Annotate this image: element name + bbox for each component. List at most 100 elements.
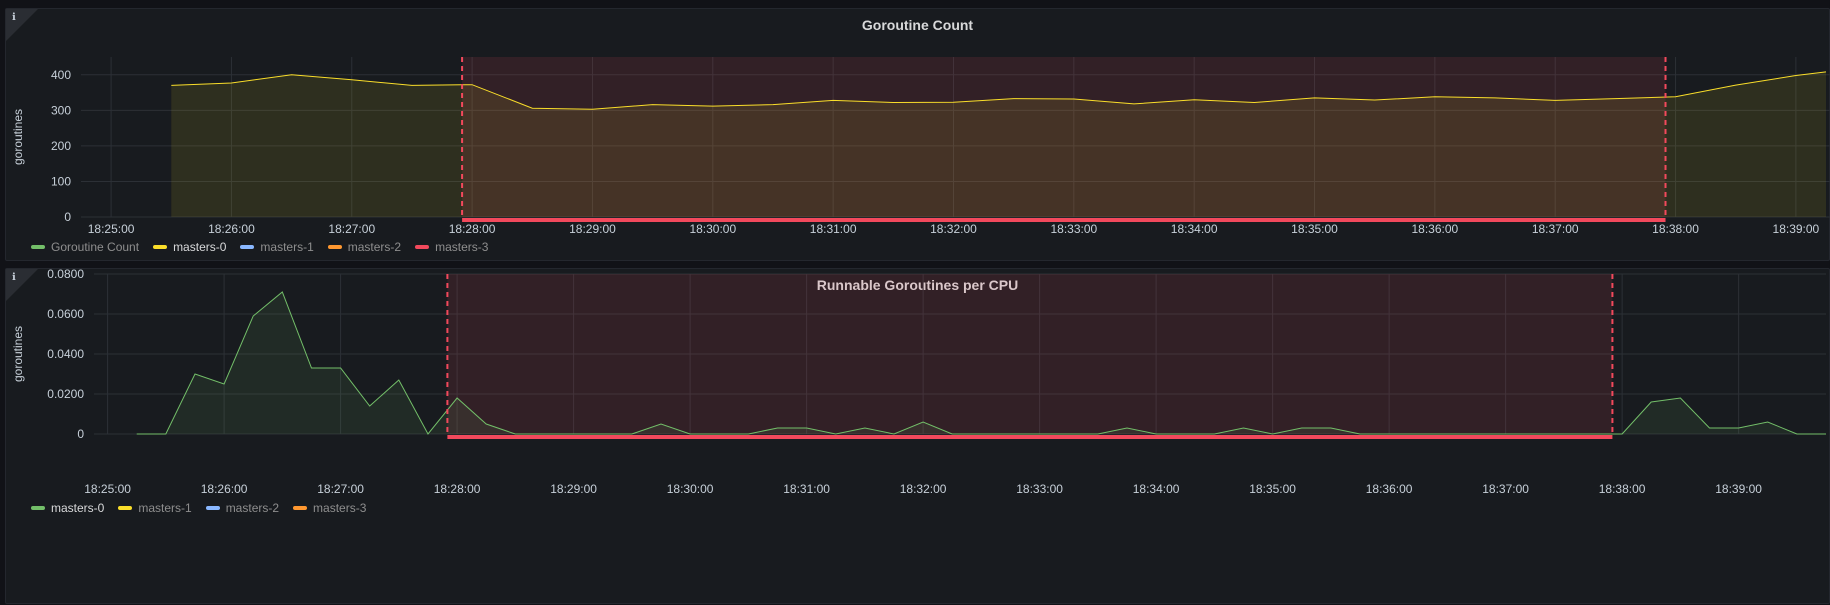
- data-point: [864, 427, 866, 429]
- data-point: [1563, 433, 1565, 435]
- legend-swatch: [293, 506, 308, 510]
- data-point: [1073, 98, 1075, 100]
- goroutine-count-chart[interactable]: 0 100 200 300 400 18:25:00 18:26:00 18:27:00 18:…: [6, 9, 1830, 262]
- x-tick-label: 18:37:00: [1482, 482, 1529, 496]
- x-tick-label: 18:31:00: [810, 222, 857, 236]
- y-tick-label: 0.0200: [47, 387, 84, 401]
- data-point: [1735, 84, 1737, 86]
- data-point: [485, 423, 487, 425]
- x-tick-label: 18:30:00: [689, 222, 736, 236]
- data-point: [1126, 427, 1128, 429]
- data-point: [893, 433, 895, 435]
- legend-item[interactable]: masters-2: [327, 240, 402, 254]
- data-point: [1708, 427, 1710, 429]
- chart-legend: masters-0 masters-1 masters-2 masters-3: [31, 501, 366, 515]
- legend-label: masters-1: [260, 240, 314, 254]
- legend-swatch: [415, 245, 430, 249]
- data-point: [1193, 98, 1195, 100]
- y-tick-label: 0: [77, 427, 84, 441]
- chart-legend: Goroutine Count masters-0 masters-1 masters…: [31, 240, 488, 254]
- x-tick-label: 18:34:00: [1171, 222, 1218, 236]
- data-point: [980, 433, 982, 435]
- x-tick-label: 18:39:00: [1715, 482, 1762, 496]
- x-tick-label: 18:25:00: [88, 222, 135, 236]
- x-tick-label: 18:36:00: [1411, 222, 1458, 236]
- x-tick-label: 18:30:00: [667, 482, 714, 496]
- data-point: [1213, 433, 1215, 435]
- legend-swatch: [31, 245, 45, 249]
- data-point: [1674, 96, 1676, 98]
- data-point: [1446, 433, 1448, 435]
- data-point: [1767, 421, 1769, 423]
- data-point: [1504, 433, 1506, 435]
- x-tick-label: 18:27:00: [317, 482, 364, 496]
- y-axis-label: goroutines: [11, 326, 25, 382]
- legend-item[interactable]: masters-3: [415, 240, 488, 254]
- x-tick-label: 18:37:00: [1532, 222, 1579, 236]
- legend-label: masters-2: [225, 501, 280, 515]
- x-tick-label: 18:32:00: [900, 482, 947, 496]
- runnable-goroutines-chart[interactable]: 0 0.0200 0.0400 0.0600 0.0800 18:25:00 18:26:0…: [6, 269, 1830, 605]
- data-point: [1796, 433, 1798, 435]
- legend-label: masters-2: [347, 240, 402, 254]
- y-tick-label: 0.0800: [47, 269, 84, 281]
- y-axis-label: goroutines: [11, 109, 25, 165]
- legend-item[interactable]: Goroutine Count: [31, 240, 139, 254]
- data-point: [1301, 427, 1303, 429]
- goroutine-count-panel: ℹ Goroutine Count 0 100 200 300 400 18:25:00 1…: [5, 8, 1830, 261]
- y-tick-label: 300: [51, 103, 71, 117]
- data-point: [951, 433, 953, 435]
- x-tick-label: 18:31:00: [783, 482, 830, 496]
- x-tick-label: 18:35:00: [1249, 482, 1296, 496]
- legend-swatch: [240, 245, 255, 249]
- x-tick-label: 18:29:00: [550, 482, 597, 496]
- legend-item[interactable]: masters-0: [153, 240, 226, 254]
- data-point: [952, 101, 954, 103]
- legend-swatch: [153, 245, 168, 249]
- data-point: [1494, 97, 1496, 99]
- legend-swatch: [205, 506, 220, 510]
- x-tick-label: 18:35:00: [1291, 222, 1338, 236]
- data-point: [660, 423, 662, 425]
- data-point: [369, 405, 371, 407]
- data-point: [1271, 433, 1273, 435]
- x-tick-label: 18:25:00: [84, 482, 131, 496]
- data-point: [411, 84, 413, 86]
- data-point: [805, 427, 807, 429]
- data-point: [223, 383, 225, 385]
- x-tick-label: 18:39:00: [1773, 222, 1820, 236]
- y-tick-label: 400: [51, 68, 71, 82]
- data-point: [1554, 99, 1556, 101]
- data-point: [712, 105, 714, 107]
- data-point: [194, 373, 196, 375]
- legend-label: masters-0: [51, 501, 105, 515]
- data-point: [776, 427, 778, 429]
- y-tick-label: 100: [51, 174, 71, 188]
- y-tick-label: 200: [51, 139, 71, 153]
- data-point: [230, 82, 232, 84]
- data-point: [252, 315, 254, 317]
- data-point: [170, 84, 172, 86]
- legend-item[interactable]: masters-1: [240, 240, 314, 254]
- x-tick-label: 18:38:00: [1652, 222, 1699, 236]
- data-point: [1038, 433, 1040, 435]
- x-tick-label: 18:36:00: [1366, 482, 1413, 496]
- data-point: [1679, 397, 1681, 399]
- legend-item[interactable]: masters-3: [293, 501, 366, 515]
- data-point: [310, 367, 312, 369]
- x-tick-label: 18:38:00: [1599, 482, 1646, 496]
- data-point: [835, 433, 837, 435]
- x-tick-label: 18:28:00: [449, 222, 496, 236]
- data-point: [1097, 433, 1099, 435]
- legend-item[interactable]: masters-1: [118, 501, 192, 515]
- data-point: [1242, 427, 1244, 429]
- data-point: [591, 108, 593, 110]
- legend-item[interactable]: masters-0: [31, 501, 104, 515]
- annotation-bar: [447, 435, 1613, 439]
- data-point: [1592, 433, 1594, 435]
- data-point: [514, 433, 516, 435]
- data-point: [1313, 97, 1315, 99]
- data-point: [136, 433, 138, 435]
- data-point: [1795, 74, 1797, 76]
- legend-item[interactable]: masters-2: [205, 501, 280, 515]
